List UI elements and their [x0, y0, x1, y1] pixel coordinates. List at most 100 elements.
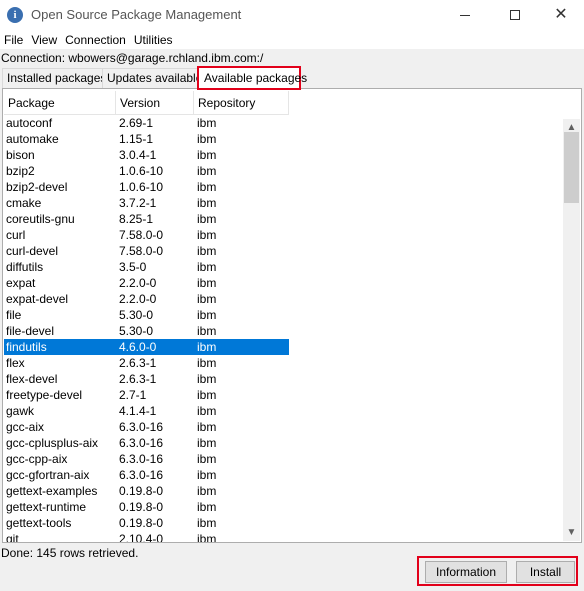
version-cell: 6.3.0-16: [119, 468, 164, 482]
menu-bar: File View Connection Utilities: [0, 30, 584, 49]
vertical-scrollbar[interactable]: ▲ ▼: [563, 119, 580, 541]
version-cell: 1.0.6-10: [119, 180, 164, 194]
repository-cell: ibm: [197, 244, 217, 258]
scroll-thumb[interactable]: [564, 132, 579, 203]
repository-cell: ibm: [197, 372, 217, 386]
table-row[interactable]: bzip2 1.0.6-10 ibm: [4, 163, 289, 179]
table-body: autoconf 2.69-1 ibm automake 1.15-1 ibm bison 3…: [4, 115, 289, 542]
version-cell: 2.10.4-0: [119, 532, 164, 542]
repository-cell: ibm: [197, 148, 217, 162]
information-button[interactable]: Information: [425, 561, 507, 583]
package-cell: gcc-cplusplus-aix: [6, 436, 99, 450]
chevron-down-icon[interactable]: ▼: [563, 524, 580, 541]
package-cell: expat: [6, 276, 36, 290]
tab-installed-packages[interactable]: Installed packages: [2, 68, 106, 89]
version-cell: 6.3.0-16: [119, 420, 164, 434]
repository-cell: ibm: [197, 196, 217, 210]
repository-cell: ibm: [197, 468, 217, 482]
package-cell: file: [6, 308, 22, 322]
package-cell: curl: [6, 228, 26, 242]
table-row[interactable]: git 2.10.4-0 ibm: [4, 531, 289, 542]
repository-cell: ibm: [197, 436, 217, 450]
table-row[interactable]: automake 1.15-1 ibm: [4, 131, 289, 147]
table-row[interactable]: gettext-tools 0.19.8-0 ibm: [4, 515, 289, 531]
table-row[interactable]: coreutils-gnu 8.25-1 ibm: [4, 211, 289, 227]
package-cell: diffutils: [6, 260, 44, 274]
package-cell: automake: [6, 132, 59, 146]
package-cell: file-devel: [6, 324, 55, 338]
table-row[interactable]: cmake 3.7.2-1 ibm: [4, 195, 289, 211]
menu-file[interactable]: File: [0, 33, 27, 47]
package-cell: gettext-runtime: [6, 500, 87, 514]
version-cell: 3.7.2-1: [119, 196, 157, 210]
version-cell: 5.30-0: [119, 324, 154, 338]
close-button[interactable]: ✕: [538, 0, 584, 30]
table-row[interactable]: gawk 4.1.4-1 ibm: [4, 403, 289, 419]
table-row[interactable]: gettext-examples 0.19.8-0 ibm: [4, 483, 289, 499]
table-row[interactable]: diffutils 3.5-0 ibm: [4, 259, 289, 275]
table-row[interactable]: file-devel 5.30-0 ibm: [4, 323, 289, 339]
table-header: Package Version Repository: [4, 91, 289, 115]
table-row[interactable]: freetype-devel 2.7-1 ibm: [4, 387, 289, 403]
table-row[interactable]: findutils 4.6.0-0 ibm: [4, 339, 289, 355]
version-cell: 4.1.4-1: [119, 404, 157, 418]
table-row[interactable]: autoconf 2.69-1 ibm: [4, 115, 289, 131]
table-row[interactable]: gcc-cpp-aix 6.3.0-16 ibm: [4, 451, 289, 467]
repository-cell: ibm: [197, 116, 217, 130]
package-cell: cmake: [6, 196, 42, 210]
connection-label: Connection: wbowers@garage.rchland.ibm.c…: [1, 51, 264, 65]
repository-cell: ibm: [197, 164, 217, 178]
table-row[interactable]: gcc-aix 6.3.0-16 ibm: [4, 419, 289, 435]
package-cell: coreutils-gnu: [6, 212, 75, 226]
tab-available-packages[interactable]: Available packages: [197, 66, 307, 90]
package-cell: gcc-gfortran-aix: [6, 468, 90, 482]
table-row[interactable]: expat-devel 2.2.0-0 ibm: [4, 291, 289, 307]
title-bar: i Open Source Package Management ✕: [0, 0, 584, 30]
table-row[interactable]: curl 7.58.0-0 ibm: [4, 227, 289, 243]
package-cell: gcc-cpp-aix: [6, 452, 68, 466]
table-row[interactable]: bzip2-devel 1.0.6-10 ibm: [4, 179, 289, 195]
package-cell: flex: [6, 356, 25, 370]
tab-updates-available[interactable]: Updates available: [102, 68, 198, 89]
version-cell: 3.5-0: [119, 260, 147, 274]
version-cell: 1.0.6-10: [119, 164, 164, 178]
package-cell: bison: [6, 148, 35, 162]
column-header-package[interactable]: Package: [4, 91, 116, 115]
menu-utilities[interactable]: Utilities: [130, 33, 177, 47]
table-row[interactable]: bison 3.0.4-1 ibm: [4, 147, 289, 163]
menu-view[interactable]: View: [27, 33, 61, 47]
package-cell: flex-devel: [6, 372, 58, 386]
version-cell: 2.2.0-0: [119, 292, 157, 306]
maximize-button[interactable]: [492, 0, 538, 30]
package-cell: gettext-tools: [6, 516, 72, 530]
package-cell: gettext-examples: [6, 484, 98, 498]
install-button[interactable]: Install: [516, 561, 575, 583]
package-cell: gawk: [6, 404, 35, 418]
table-row[interactable]: gcc-gfortran-aix 6.3.0-16 ibm: [4, 467, 289, 483]
window-title: Open Source Package Management: [31, 7, 242, 22]
repository-cell: ibm: [197, 356, 217, 370]
menu-connection[interactable]: Connection: [61, 33, 130, 47]
table-row[interactable]: flex-devel 2.6.3-1 ibm: [4, 371, 289, 387]
column-header-version[interactable]: Version: [116, 91, 194, 115]
app-info-icon: i: [7, 7, 23, 23]
package-cell: bzip2-devel: [6, 180, 68, 194]
repository-cell: ibm: [197, 484, 217, 498]
package-cell: gcc-aix: [6, 420, 45, 434]
repository-cell: ibm: [197, 276, 217, 290]
column-header-repository[interactable]: Repository: [194, 91, 289, 115]
table-row[interactable]: expat 2.2.0-0 ibm: [4, 275, 289, 291]
version-cell: 2.6.3-1: [119, 372, 157, 386]
table-row[interactable]: curl-devel 7.58.0-0 ibm: [4, 243, 289, 259]
table-row[interactable]: file 5.30-0 ibm: [4, 307, 289, 323]
table-row[interactable]: flex 2.6.3-1 ibm: [4, 355, 289, 371]
version-cell: 0.19.8-0: [119, 500, 164, 514]
version-cell: 0.19.8-0: [119, 516, 164, 530]
minimize-button[interactable]: [442, 0, 488, 30]
repository-cell: ibm: [197, 308, 217, 322]
table-row[interactable]: gcc-cplusplus-aix 6.3.0-16 ibm: [4, 435, 289, 451]
repository-cell: ibm: [197, 404, 217, 418]
package-cell: autoconf: [6, 116, 53, 130]
tab-bar: Installed packages Updates available Ava…: [0, 66, 584, 90]
table-row[interactable]: gettext-runtime 0.19.8-0 ibm: [4, 499, 289, 515]
